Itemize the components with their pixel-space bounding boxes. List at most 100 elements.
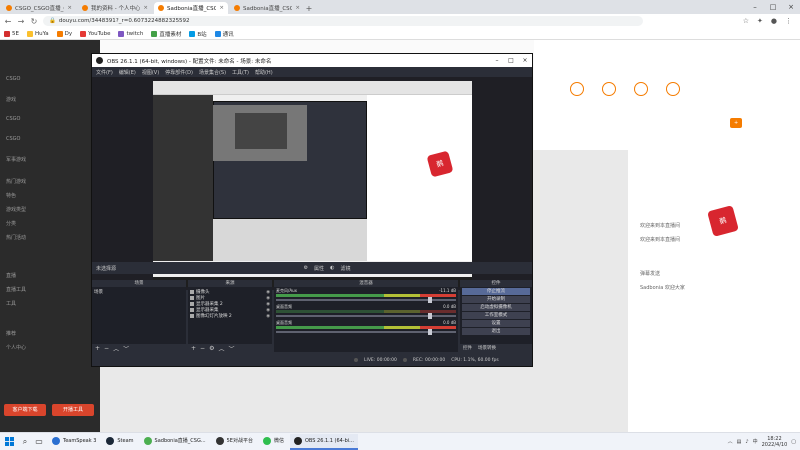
new-tab-button[interactable]: + [304,2,314,14]
menu-file[interactable]: 文件(F) [96,69,113,76]
notification-icon[interactable]: ▢ [791,439,796,445]
exit-button[interactable]: 退出 [462,328,530,335]
up-icon[interactable]: ︿ [113,344,119,353]
remove-icon[interactable]: − [200,345,205,352]
taskbar-app[interactable]: TeamSpeak 3 [48,434,100,450]
close-window-icon[interactable]: × [782,0,800,14]
sidebar-item[interactable]: 分类 [6,220,16,227]
close-icon[interactable]: × [518,57,532,64]
sidebar-item[interactable]: 热门活动 [6,234,26,241]
volume-slider[interactable] [276,297,456,303]
sidebar-item[interactable]: 直播工具 [6,286,26,293]
sidebar-item[interactable]: 工具 [6,300,16,307]
bookmark[interactable]: 直播素材 [151,30,181,38]
start-button[interactable] [0,433,18,450]
clock[interactable]: 18:22 2022/4/10 [762,436,788,448]
forward-icon[interactable]: → [17,17,25,26]
nav-icon[interactable] [570,82,584,96]
scene-item[interactable]: 场景 [94,289,184,295]
down-icon[interactable]: ﹀ [228,344,234,353]
menu-edit[interactable]: 编辑(E) [119,69,136,76]
slider-handle[interactable] [428,313,432,319]
menu-scene-collection[interactable]: 场景集合(S) [199,69,226,76]
search-icon[interactable]: ⌕ [18,437,32,447]
sidebar-item[interactable]: CSGO [6,136,20,142]
remove-icon[interactable]: − [104,345,109,352]
sidebar-item[interactable]: 热门游戏 [6,178,26,185]
menu-help[interactable]: 帮助(H) [255,69,273,76]
bookmark[interactable]: Dy [56,30,72,37]
studio-mode-button[interactable]: 工作室模式 [462,312,530,319]
maximize-icon[interactable]: □ [764,0,782,14]
menu-docks[interactable]: 停靠部件(D) [165,69,193,76]
download-client-button[interactable]: 客户端下载 [4,404,46,416]
slider-handle[interactable] [428,329,432,335]
eye-icon[interactable]: ◉ [266,308,270,313]
extensions-icon[interactable]: ✦ [757,17,763,25]
taskbar-app[interactable]: Sadbonia直播_CSG... [140,434,210,450]
source-item[interactable]: 图像幻灯片放映 2 ◉ [190,313,270,319]
properties-button[interactable]: 属性 [314,265,324,272]
bookmark[interactable]: twitch [118,30,143,37]
minimize-icon[interactable]: – [490,57,504,64]
sidebar-item[interactable]: 直播 [6,272,16,279]
gear-icon[interactable]: ⚙ [209,345,214,352]
eye-icon[interactable]: ◉ [266,296,270,301]
add-icon[interactable]: + [95,345,100,352]
nav-icon[interactable] [634,82,648,96]
close-icon[interactable]: × [67,5,72,11]
taskbar-app[interactable]: 微信 [259,434,288,450]
bookmark[interactable]: HuYa [26,30,49,37]
reload-icon[interactable]: ↻ [30,17,38,26]
slider-handle[interactable] [428,297,432,303]
profile-icon[interactable]: ● [771,17,777,25]
sidebar-item[interactable]: CSGO [6,116,20,122]
browser-tab[interactable]: Sadbonia直播_CSGO直播_CSGO...× [230,2,304,14]
tab-controls[interactable]: 控件 [463,345,472,351]
maximize-icon[interactable]: □ [504,57,518,64]
add-icon[interactable]: + [191,345,196,352]
sidebar-item[interactable]: 军事游戏 [6,156,26,163]
bookmark[interactable]: B站 [189,30,207,38]
start-virtual-camera-button[interactable]: 启动虚拟摄像机 [462,304,530,311]
network-icon[interactable]: ▤ [737,439,742,445]
bookmark[interactable]: 5E [4,30,19,37]
start-stream-button[interactable]: 开播工具 [52,404,94,416]
sidebar-item[interactable]: 特色 [6,192,16,199]
task-view-icon[interactable]: ▭ [32,437,46,446]
sidebar-item[interactable]: CSGO [6,76,20,82]
up-icon[interactable]: ︿ [218,344,224,353]
stop-streaming-button[interactable]: 停止推流 [462,288,530,295]
filter-icon[interactable]: ◐ [330,265,334,271]
menu-view[interactable]: 视图(V) [142,69,159,76]
browser-tab-active[interactable]: Sadbonia直播_CSGO直播_CSGO...× [154,2,228,14]
down-icon[interactable]: ﹀ [123,344,129,353]
menu-icon[interactable]: ⋮ [785,17,792,25]
follow-button[interactable]: + [730,118,743,128]
close-icon[interactable]: × [219,5,224,11]
bookmark[interactable]: 通讯 [214,30,234,38]
volume-icon[interactable]: ♪ [745,439,748,445]
taskbar-app[interactable]: 5E对战平台 [212,434,257,450]
sidebar-item[interactable]: 游戏类型 [6,206,26,213]
taskbar-app[interactable]: Steam [102,434,137,450]
close-icon[interactable]: × [295,5,300,11]
sidebar-item[interactable]: 推荐 [6,330,16,337]
start-recording-button[interactable]: 开始录制 [462,296,530,303]
sidebar-item[interactable]: 个人中心 [6,344,26,351]
input-language[interactable]: 中 [753,438,758,445]
eye-icon[interactable]: ◉ [266,314,270,319]
gear-icon[interactable]: ⚙ [304,265,308,271]
volume-slider[interactable] [276,329,456,335]
menu-tools[interactable]: 工具(T) [232,69,249,76]
sidebar-item[interactable]: 游戏 [6,96,16,103]
nav-icon[interactable] [666,82,680,96]
back-icon[interactable]: ← [4,17,12,26]
minimize-icon[interactable]: – [746,0,764,14]
star-icon[interactable]: ☆ [743,17,749,25]
close-icon[interactable]: × [143,5,148,11]
obs-preview[interactable]: 鹅 [92,77,532,290]
tab-scene-transitions[interactable]: 场景转换 [478,345,496,351]
nav-icon[interactable] [602,82,616,96]
filters-button[interactable]: 滤镜 [340,265,350,272]
